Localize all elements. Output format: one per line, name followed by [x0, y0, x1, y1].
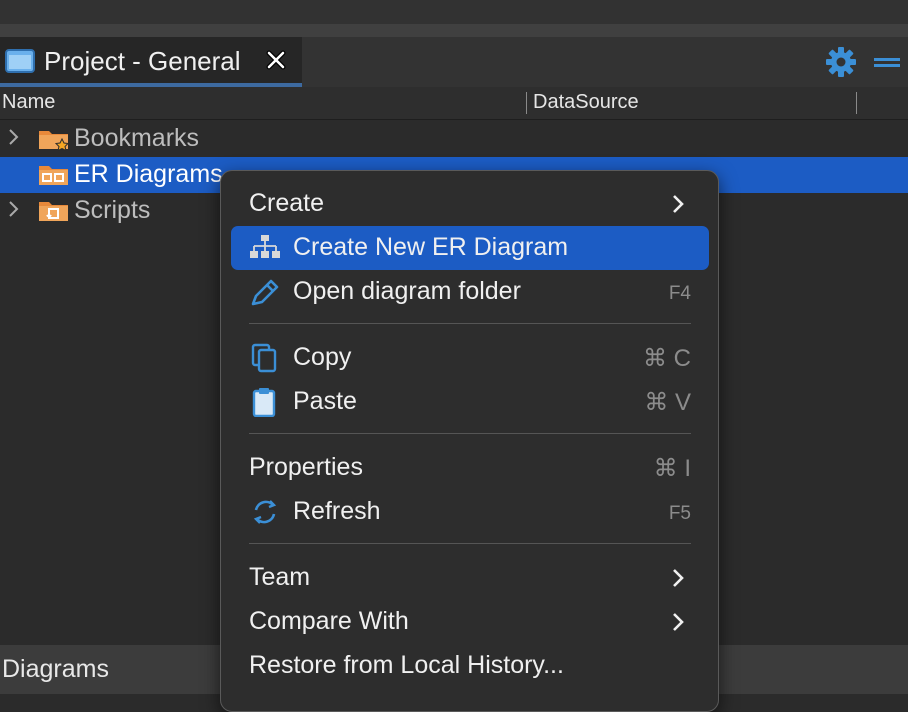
- menu-item-label: Restore from Local History...: [249, 651, 564, 679]
- menu-item-label: Refresh: [293, 497, 381, 525]
- chevron-right-icon: [673, 613, 684, 631]
- menu-item-create[interactable]: Create: [231, 182, 709, 226]
- menu-item-team[interactable]: Team: [231, 556, 709, 600]
- view-tab-strip: Project - General: [0, 37, 908, 87]
- tab-title: Project - General: [44, 46, 241, 76]
- menu-item-open-diagram-folder[interactable]: Open diagram folder F4: [231, 270, 709, 314]
- window-icon: [5, 49, 35, 73]
- menu-item-refresh[interactable]: Refresh F5: [231, 490, 709, 534]
- shortcut-hint: F4: [668, 283, 691, 304]
- window-top-divider: [0, 24, 908, 37]
- column-divider[interactable]: [856, 92, 857, 114]
- menu-item-label: Paste: [293, 387, 357, 415]
- scripts-folder-icon: [39, 202, 68, 221]
- tree-item-label: ER Diagrams: [74, 160, 223, 188]
- window-top-bar: [0, 0, 908, 24]
- pencil-icon: [251, 279, 279, 306]
- status-text: Diagrams: [2, 655, 109, 683]
- menu-separator: [249, 323, 691, 324]
- menu-item-label: Create New ER Diagram: [293, 233, 569, 261]
- menu-item-compare-with[interactable]: Compare With: [231, 600, 709, 644]
- bookmarks-folder-icon: [39, 131, 70, 151]
- menu-item-label: Compare With: [249, 607, 409, 635]
- menu-separator: [249, 433, 691, 434]
- refresh-icon: [253, 500, 277, 524]
- column-divider[interactable]: [526, 92, 527, 114]
- context-menu: Create Create New ER Diagram Open diagra…: [220, 170, 719, 712]
- column-datasource-header[interactable]: DataSource: [533, 91, 639, 114]
- tab-project-general[interactable]: Project - General: [0, 37, 302, 87]
- column-name-header[interactable]: Name: [2, 91, 55, 114]
- shortcut-hint: ⌘ V: [644, 389, 691, 416]
- clipboard-icon: [252, 388, 276, 417]
- er-diagrams-folder-icon: [39, 166, 68, 185]
- menu-item-label: Open diagram folder: [293, 277, 521, 305]
- tree-item-bookmarks[interactable]: Bookmarks: [0, 121, 908, 157]
- shortcut-hint: ⌘ I: [653, 455, 691, 482]
- chevron-right-icon[interactable]: [6, 199, 22, 219]
- column-header: Name DataSource: [0, 87, 908, 120]
- chevron-right-icon: [673, 195, 684, 213]
- chevron-right-icon: [673, 569, 684, 587]
- tree-item-label: Scripts: [74, 196, 151, 224]
- er-diagram-icon: [250, 235, 280, 258]
- copy-icon: [251, 343, 277, 373]
- close-icon[interactable]: [263, 47, 289, 73]
- tree-item-label: Bookmarks: [74, 124, 200, 152]
- gear-icon[interactable]: [824, 45, 858, 79]
- menu-item-label: Properties: [249, 453, 363, 481]
- menu-item-label: Team: [249, 563, 311, 591]
- menu-item-create-new-er-diagram[interactable]: Create New ER Diagram: [231, 226, 709, 270]
- shortcut-hint: F5: [668, 503, 691, 524]
- menu-item-properties[interactable]: Properties ⌘ I: [231, 446, 709, 490]
- menu-item-paste[interactable]: Paste ⌘ V: [231, 380, 709, 424]
- minimize-icon[interactable]: [872, 56, 902, 70]
- menu-item-restore-from-local-history[interactable]: Restore from Local History...: [231, 644, 709, 688]
- shortcut-hint: ⌘ C: [643, 345, 691, 372]
- menu-item-label: Copy: [293, 343, 352, 371]
- chevron-right-icon[interactable]: [6, 127, 22, 147]
- menu-item-label: Create: [249, 189, 325, 217]
- menu-separator: [249, 543, 691, 544]
- menu-item-copy[interactable]: Copy ⌘ C: [231, 336, 709, 380]
